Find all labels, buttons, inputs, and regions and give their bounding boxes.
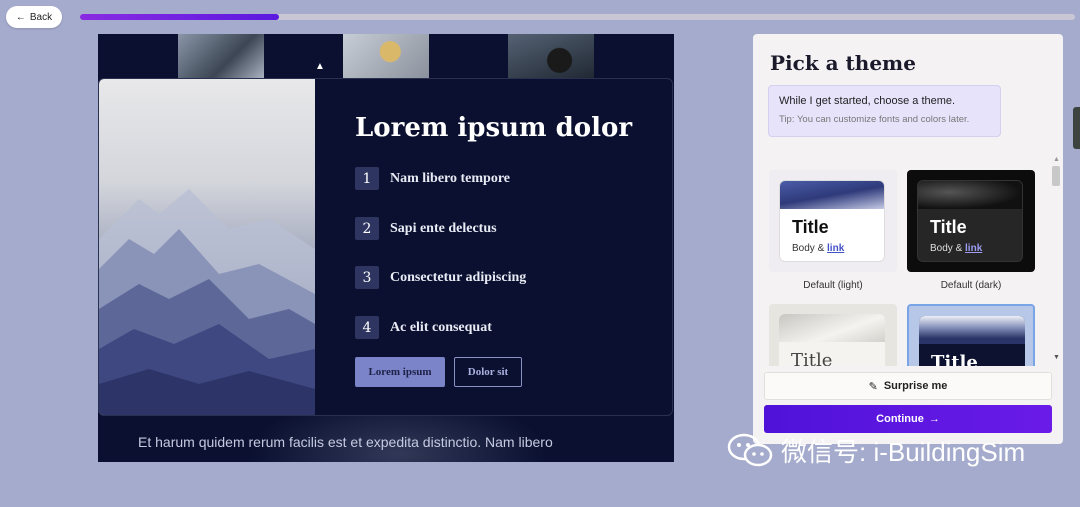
theme-option-default-light[interactable]: Title Body & link bbox=[769, 170, 897, 272]
list-item: 3 Consectetur adipiscing bbox=[355, 266, 526, 289]
arrow-right-icon: → bbox=[928, 413, 940, 425]
slide-footer-text: Et harum quidem rerum facilis est et exp… bbox=[138, 434, 553, 450]
preview-primary-button: Lorem ipsum bbox=[355, 357, 445, 387]
theme-option-serif-light[interactable]: Title bbox=[769, 304, 897, 366]
slide-card: Lorem ipsum dolor 1 Nam libero tempore 2… bbox=[98, 78, 673, 416]
surprise-label: Surprise me bbox=[883, 380, 948, 392]
scroll-down-icon[interactable]: ▼ bbox=[1053, 354, 1060, 361]
list-item: 4 Ac elit consequat bbox=[355, 316, 492, 339]
theme-preview: Title bbox=[919, 316, 1025, 366]
theme-label: Default (dark) bbox=[940, 280, 1002, 291]
arrow-left-icon: ← bbox=[15, 11, 26, 23]
watermark-text: 微信号: i-BuildingSim bbox=[781, 437, 1026, 467]
item-label: Nam libero tempore bbox=[390, 170, 511, 186]
theme-preview-link: link bbox=[827, 243, 845, 254]
assistant-message: While I get started, choose a theme. Tip… bbox=[768, 85, 1001, 137]
theme-label: Default (light) bbox=[803, 280, 863, 291]
panel-title: Pick a theme bbox=[770, 51, 916, 75]
theme-preview-body: Body & link bbox=[792, 243, 845, 254]
slide-preview: Lorem ipsum dolor 1 Nam libero tempore 2… bbox=[98, 34, 674, 462]
continue-button[interactable]: Continue → bbox=[764, 405, 1052, 433]
theme-preview-body: Body & link bbox=[930, 243, 983, 254]
theme-preview-title: Title bbox=[792, 217, 829, 237]
mouse-cursor-icon: ▲ bbox=[315, 61, 325, 72]
message-tip: Tip: You can customize fonts and colors … bbox=[779, 114, 970, 125]
theme-preview: Title bbox=[779, 314, 885, 366]
thumbnail-mountain bbox=[178, 34, 264, 78]
theme-preview-title: Title bbox=[791, 350, 833, 366]
message-text: While I get started, choose a theme. bbox=[779, 95, 956, 107]
theme-preview-image bbox=[919, 316, 1025, 344]
side-handle[interactable] bbox=[1073, 107, 1080, 149]
wechat-logo-icon bbox=[727, 433, 773, 466]
item-number: 3 bbox=[355, 266, 379, 289]
item-number: 2 bbox=[355, 217, 379, 240]
mountain-image bbox=[99, 79, 315, 415]
continue-label: Continue bbox=[876, 413, 924, 425]
preview-secondary-button: Dolor sit bbox=[454, 357, 522, 387]
surprise-me-button[interactable]: ✎ Surprise me bbox=[764, 372, 1052, 400]
thumbnail-stars bbox=[508, 34, 594, 78]
theme-option-default-dark[interactable]: Title Body & link bbox=[907, 170, 1035, 272]
list-item: 2 Sapi ente delectus bbox=[355, 217, 497, 240]
item-label: Consectetur adipiscing bbox=[390, 269, 527, 285]
watermark: 微信号: i-BuildingSim bbox=[727, 432, 1025, 469]
item-label: Ac elit consequat bbox=[390, 319, 492, 335]
back-button[interactable]: ← Back bbox=[6, 6, 62, 28]
theme-preview-title: Title bbox=[930, 217, 967, 237]
theme-list[interactable]: Title Body & link Default (light) Title … bbox=[753, 154, 1063, 366]
slide-title: Lorem ipsum dolor bbox=[355, 113, 633, 143]
list-item: 1 Nam libero tempore bbox=[355, 167, 510, 190]
theme-preview-image bbox=[780, 181, 884, 209]
item-label: Sapi ente delectus bbox=[390, 220, 497, 236]
item-number: 1 bbox=[355, 167, 379, 190]
theme-preview-image bbox=[779, 314, 885, 342]
progress-fill bbox=[80, 14, 279, 20]
item-number: 4 bbox=[355, 316, 379, 339]
back-label: Back bbox=[29, 11, 53, 23]
progress-bar bbox=[80, 14, 1075, 20]
scroll-up-icon[interactable]: ▲ bbox=[1053, 156, 1060, 163]
theme-preview-image bbox=[918, 181, 1022, 209]
theme-preview-title: Title bbox=[931, 352, 978, 366]
theme-preview-link: link bbox=[965, 243, 983, 254]
scrollbar-thumb[interactable] bbox=[1052, 166, 1060, 186]
thumbnail-astronaut bbox=[343, 34, 429, 78]
theme-preview: Title Body & link bbox=[779, 180, 885, 262]
theme-preview: Title Body & link bbox=[917, 180, 1023, 262]
theme-option-serif-dark[interactable]: Title bbox=[907, 304, 1035, 366]
magic-wand-icon: ✎ bbox=[868, 380, 878, 393]
theme-panel: Pick a theme While I get started, choose… bbox=[753, 34, 1063, 444]
